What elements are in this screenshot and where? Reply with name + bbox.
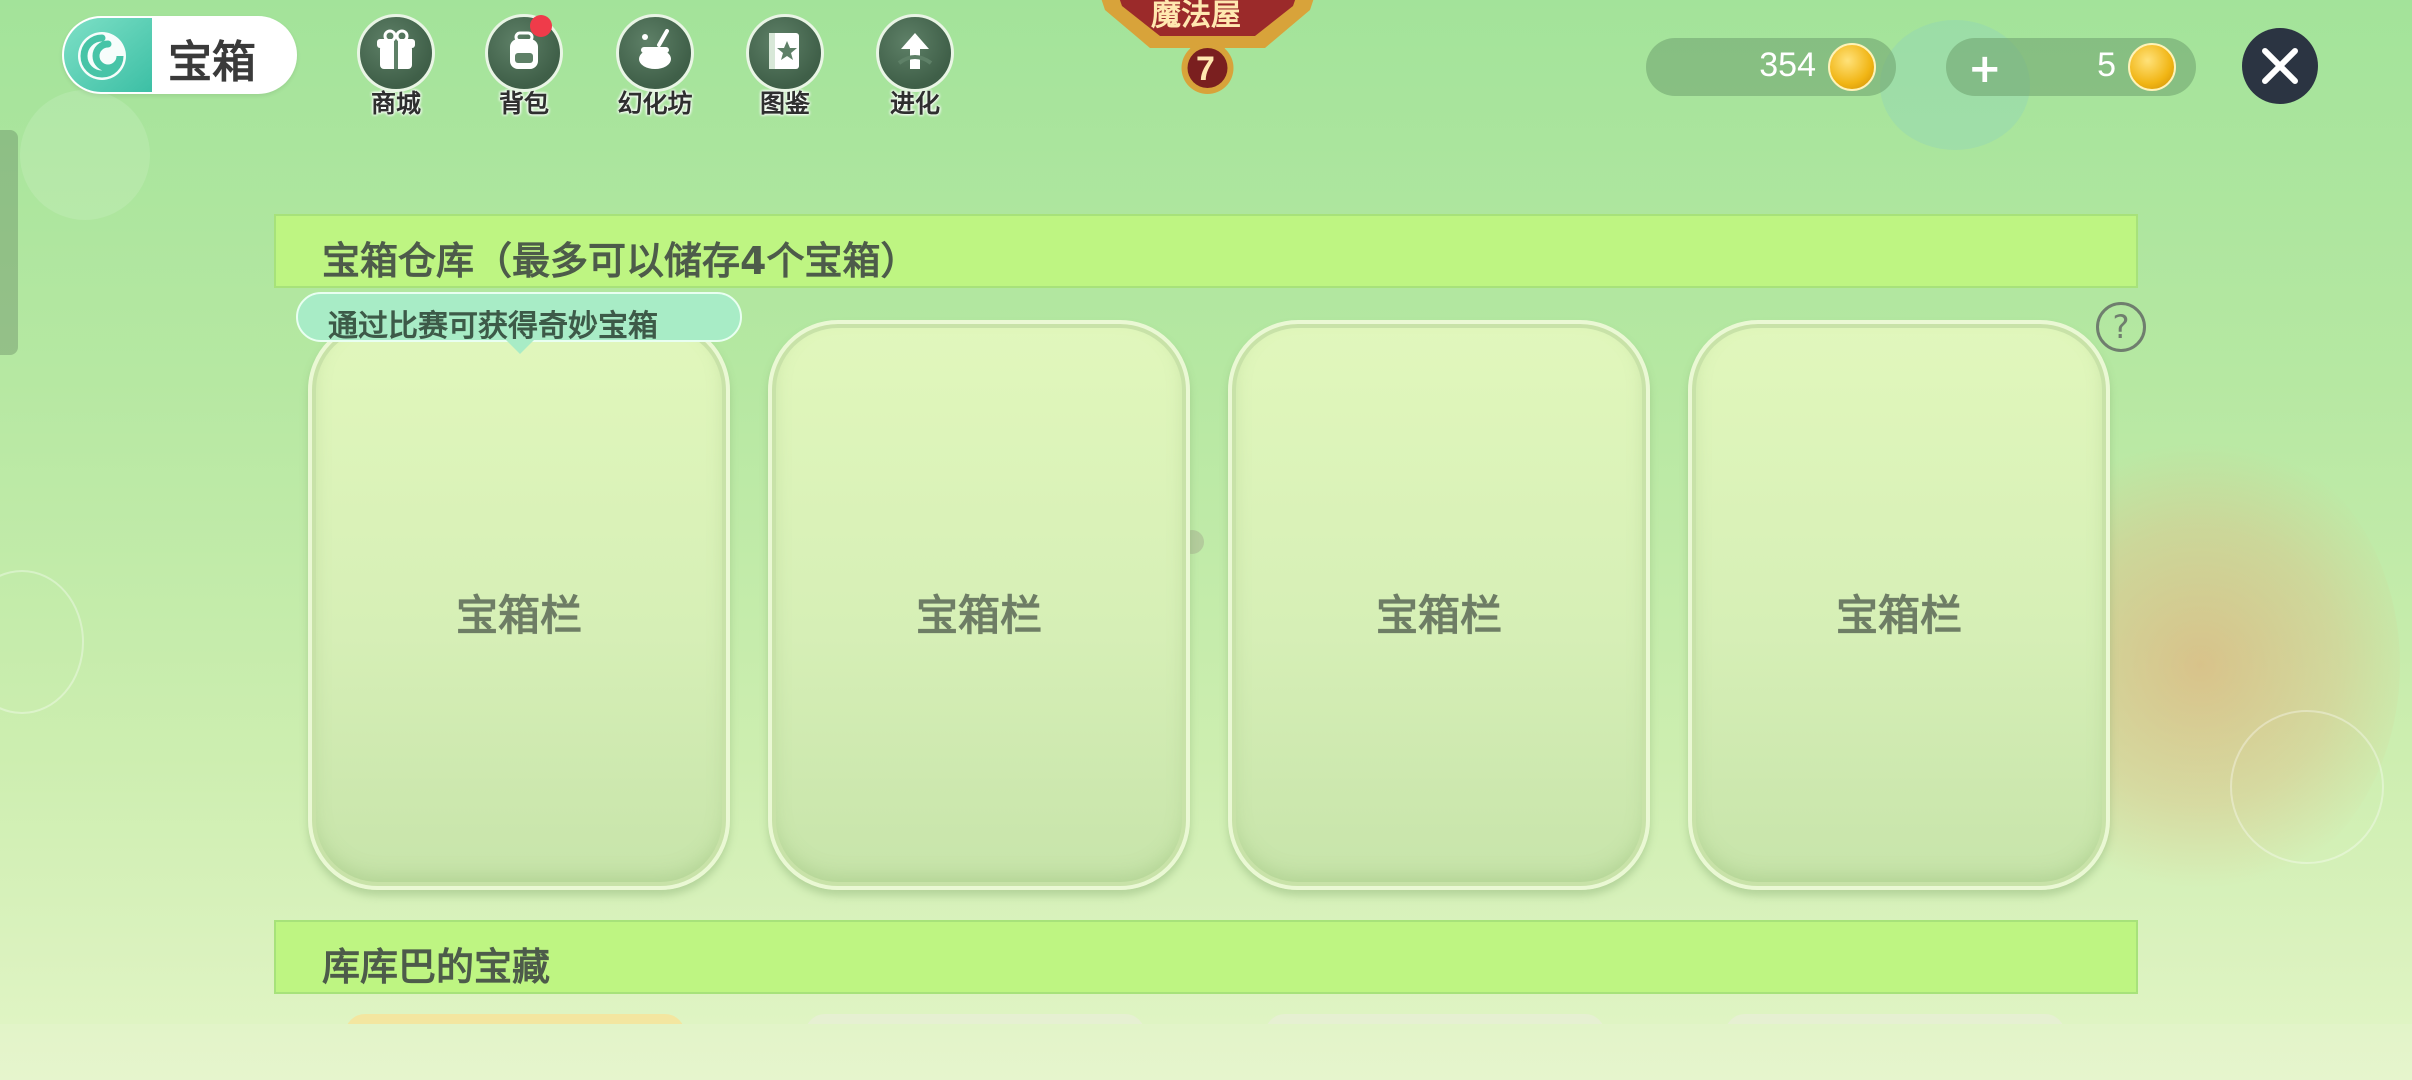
background-bubble (20, 90, 150, 220)
coin-count: 354 (1759, 46, 1816, 84)
nav-transform-button[interactable]: 幻化坊 (600, 14, 710, 118)
premium-balance: + 5 (1946, 38, 2196, 96)
book-icon (746, 14, 824, 92)
tip-bubble: 通过比赛可获得奇妙宝箱 (296, 292, 742, 344)
section-title: 库库巴的宝藏 (322, 945, 551, 989)
nav-collection-button[interactable]: 图鉴 (730, 14, 840, 118)
badge-level: 7 (1196, 50, 1215, 88)
close-icon (2262, 48, 2298, 84)
chest-slot[interactable]: 宝箱栏 (768, 320, 1190, 890)
close-button[interactable] (2242, 28, 2318, 104)
coin-icon (1828, 43, 1876, 91)
plus-icon[interactable]: + (1968, 46, 2002, 92)
badge-label: 魔法屋 (1151, 0, 1241, 33)
chest-slot[interactable]: 宝箱栏 (308, 320, 730, 890)
chest-slot-label: 宝箱栏 (455, 591, 582, 640)
page-title: 宝箱 (168, 37, 256, 88)
bottom-fade (0, 1024, 2412, 1080)
chest-slot[interactable]: 宝箱栏 (1228, 320, 1650, 890)
notification-dot (530, 15, 552, 37)
chest-slot-label: 宝箱栏 (1835, 591, 1962, 640)
tip-arrow (506, 340, 534, 354)
treasure-section-header: 库库巴的宝藏 (274, 920, 2138, 994)
premium-count: 5 (2097, 46, 2116, 84)
chest-slot-label: 宝箱栏 (1375, 591, 1502, 640)
shop-gift-icon (357, 14, 435, 92)
background-bubble (0, 570, 84, 714)
help-icon[interactable]: ? (2096, 302, 2146, 352)
magic-pot-icon (616, 14, 694, 92)
tip-text: 通过比赛可获得奇妙宝箱 (328, 309, 658, 344)
edge-handle (0, 130, 18, 355)
section-title: 宝箱仓库（最多可以储存4个宝箱） (322, 239, 919, 283)
chest-slot-label: 宝箱栏 (915, 591, 1042, 640)
background-bubble (2230, 710, 2384, 864)
nav-backpack-button[interactable]: 背包 (469, 14, 579, 118)
evolve-arrow-icon (876, 14, 954, 92)
nav-evolve-button[interactable]: 进化 (860, 14, 970, 118)
chest-slot[interactable]: 宝箱栏 (1688, 320, 2110, 890)
backpack-icon (485, 14, 563, 92)
coin-icon (2128, 43, 2176, 91)
storage-section-header: 宝箱仓库（最多可以储存4个宝箱） (274, 214, 2138, 288)
coin-balance: 354 (1646, 38, 1896, 96)
swirl-logo-icon (62, 16, 152, 94)
nav-shop-button[interactable]: 商城 (341, 14, 451, 118)
magic-house-badge[interactable]: 魔法屋 7 (1095, 0, 1320, 105)
